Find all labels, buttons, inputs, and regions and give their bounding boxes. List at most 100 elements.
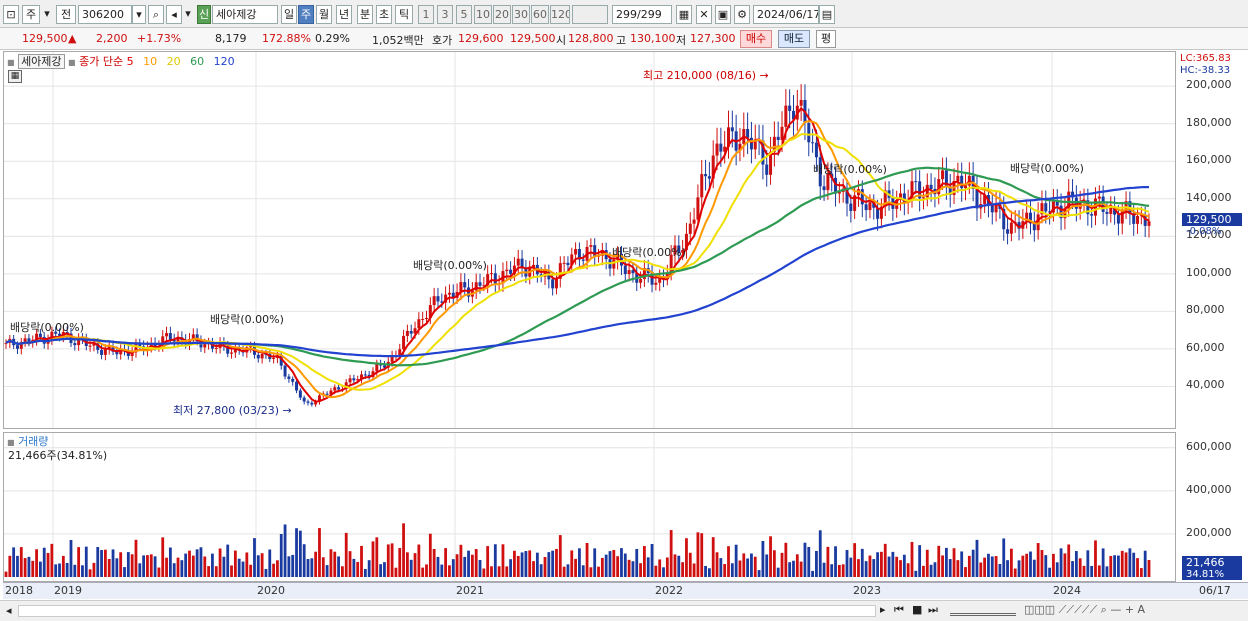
volume-bar	[742, 553, 746, 577]
legend-stock-name[interactable]: 세아제강	[18, 54, 65, 69]
buy-button[interactable]: 매수	[740, 30, 772, 48]
candle-body	[1090, 214, 1094, 216]
period-select[interactable]: 주	[22, 5, 40, 24]
chevron-down-icon[interactable]: ▾	[182, 5, 194, 24]
volume-bar	[1082, 565, 1086, 577]
volume-bar	[964, 567, 967, 577]
candle-body	[700, 174, 704, 198]
tab-minute[interactable]: 분	[357, 5, 373, 24]
volume-bar	[134, 539, 138, 577]
volume-bar	[371, 541, 375, 577]
volume-bar	[501, 544, 505, 577]
candle-body	[489, 273, 493, 275]
new-listing-badge: 신	[197, 5, 211, 24]
grid-icon[interactable]: ▦	[676, 5, 692, 24]
turnover-rate: 0.29%	[315, 32, 350, 45]
volume-bar	[1036, 543, 1040, 577]
sell-button[interactable]: 매도	[778, 30, 810, 48]
interval-5[interactable]: 5	[456, 5, 472, 24]
rewind-icon[interactable]: ⏮	[894, 603, 904, 617]
volume-bar	[402, 523, 405, 577]
tab-day[interactable]: 일	[281, 5, 297, 24]
volume-bar	[505, 566, 509, 577]
interval-3[interactable]: 3	[437, 5, 453, 24]
interval-120[interactable]: 120	[550, 5, 570, 24]
tab-second[interactable]: 초	[376, 5, 392, 24]
candle-body	[623, 265, 627, 275]
candle-body	[256, 354, 260, 359]
eval-button[interactable]: 평	[816, 30, 836, 48]
x-label-2023: 2023	[853, 584, 881, 597]
volume-bar	[944, 547, 948, 577]
candle-body	[692, 219, 696, 224]
dividend-annotation-2019: 배당락(0.00%)	[210, 313, 284, 326]
candle-body	[1136, 215, 1140, 224]
volume-bar	[253, 538, 256, 577]
table-icon[interactable]: ▦	[8, 70, 22, 83]
price-chart[interactable]	[3, 51, 1176, 429]
prev-button[interactable]: 전	[56, 5, 76, 24]
stop-icon[interactable]: ■	[912, 603, 922, 616]
candle-body	[298, 390, 302, 398]
volume-bar	[157, 567, 161, 577]
chevron-down-icon[interactable]: ▾	[40, 5, 54, 24]
interval-10[interactable]: 10	[474, 5, 492, 24]
candle-body	[704, 174, 708, 177]
candle-body	[325, 393, 329, 395]
save-icon[interactable]: ▣	[715, 5, 731, 24]
volume-bar	[876, 552, 879, 577]
gear-icon[interactable]: ⚙	[734, 5, 750, 24]
volume-bar	[470, 554, 474, 577]
volume-bar	[386, 544, 390, 577]
calendar-icon[interactable]: ▤	[819, 5, 835, 24]
crosshair-icon[interactable]: ✕	[696, 5, 712, 24]
chart-tools-icons[interactable]: ◫◫◫ ⟋⟋⟋⟋⟋ ⌕ — + A	[1024, 603, 1145, 617]
interval-dropdown[interactable]	[572, 5, 608, 24]
tab-tick[interactable]: 틱	[395, 5, 413, 24]
zoom-slider[interactable]	[950, 604, 1016, 616]
volume-bar	[111, 549, 115, 577]
candle-body	[203, 344, 207, 348]
volume-value: 8,179	[215, 32, 247, 45]
volume-bar	[249, 564, 253, 577]
tab-week[interactable]: 주	[298, 5, 314, 24]
interval-1[interactable]: 1	[418, 5, 434, 24]
play-icon[interactable]: ▸	[880, 603, 886, 616]
volume-bar	[409, 559, 413, 577]
tab-month[interactable]: 월	[316, 5, 332, 24]
fast-forward-icon[interactable]: ⏭	[928, 603, 938, 617]
interval-20[interactable]: 20	[493, 5, 511, 24]
volume-bar	[700, 533, 704, 577]
scroll-left-icon[interactable]: ◂	[6, 604, 12, 617]
volume-bar	[172, 563, 176, 577]
volume-bar	[895, 556, 899, 577]
speaker-icon[interactable]: ◂	[166, 5, 182, 24]
volume-bar	[455, 554, 459, 577]
window-menu-icon[interactable]: ⊡	[3, 5, 19, 24]
volume-chart[interactable]	[3, 432, 1176, 582]
volume-bar	[1013, 568, 1017, 577]
date-input[interactable]: 2024/06/17	[753, 5, 819, 24]
volume-bar	[688, 552, 692, 577]
interval-60[interactable]: 60	[531, 5, 549, 24]
search-icon[interactable]: ⌕	[148, 5, 164, 24]
code-dropdown-icon[interactable]: ▾	[132, 5, 146, 24]
scroll-track[interactable]	[18, 605, 876, 617]
candle-body	[73, 343, 77, 346]
volume-bar	[589, 567, 593, 577]
volume-bar	[188, 550, 191, 577]
stock-name-field[interactable]: 세아제강	[212, 5, 278, 24]
volume-bar	[96, 547, 100, 577]
volume-bar	[654, 565, 658, 577]
code-input[interactable]: 306200	[78, 5, 132, 24]
tab-year[interactable]: 년	[336, 5, 352, 24]
candle-body	[405, 331, 409, 336]
volume-bar	[788, 562, 792, 577]
volume-bar	[845, 550, 849, 577]
interval-30[interactable]: 30	[512, 5, 530, 24]
volume-bar	[1032, 559, 1036, 577]
low-annotation: 최저 27,800 (03/23) →	[173, 404, 292, 417]
volume-bar	[566, 564, 570, 577]
volume-bar	[665, 557, 669, 577]
volume-bar	[1048, 567, 1052, 577]
